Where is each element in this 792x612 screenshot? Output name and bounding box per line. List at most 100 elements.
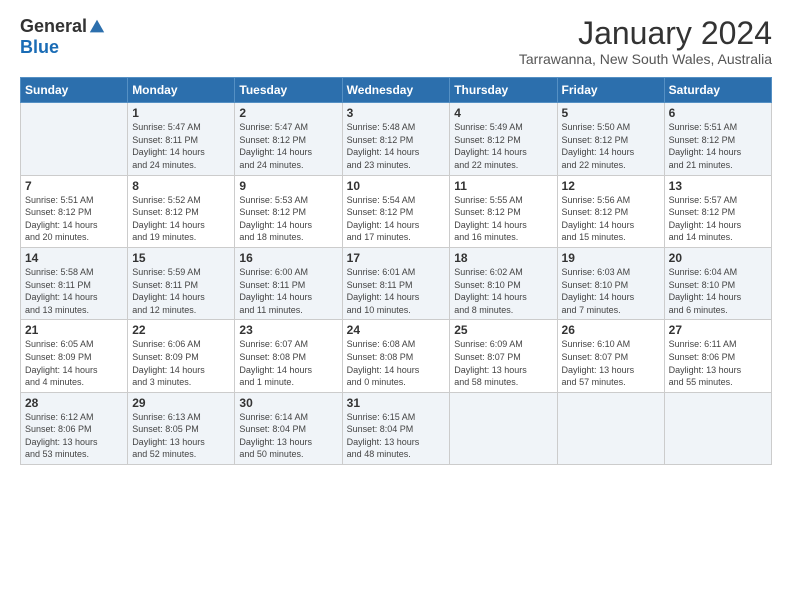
calendar-cell: 26Sunrise: 6:10 AM Sunset: 8:07 PM Dayli… bbox=[557, 320, 664, 392]
calendar-cell: 2Sunrise: 5:47 AM Sunset: 8:12 PM Daylig… bbox=[235, 103, 342, 175]
day-number: 14 bbox=[25, 251, 123, 265]
calendar-week-row: 1Sunrise: 5:47 AM Sunset: 8:11 PM Daylig… bbox=[21, 103, 772, 175]
day-info: Sunrise: 6:09 AM Sunset: 8:07 PM Dayligh… bbox=[454, 338, 552, 388]
calendar-cell: 3Sunrise: 5:48 AM Sunset: 8:12 PM Daylig… bbox=[342, 103, 450, 175]
title-block: January 2024 Tarrawanna, New South Wales… bbox=[519, 16, 772, 67]
day-number: 15 bbox=[132, 251, 230, 265]
day-number: 10 bbox=[347, 179, 446, 193]
logo: General Blue bbox=[20, 16, 106, 58]
day-number: 5 bbox=[562, 106, 660, 120]
day-number: 16 bbox=[239, 251, 337, 265]
day-number: 7 bbox=[25, 179, 123, 193]
weekday-header-sunday: Sunday bbox=[21, 78, 128, 103]
calendar-cell: 16Sunrise: 6:00 AM Sunset: 8:11 PM Dayli… bbox=[235, 247, 342, 319]
day-info: Sunrise: 6:02 AM Sunset: 8:10 PM Dayligh… bbox=[454, 266, 552, 316]
calendar-cell: 6Sunrise: 5:51 AM Sunset: 8:12 PM Daylig… bbox=[664, 103, 771, 175]
weekday-header-monday: Monday bbox=[128, 78, 235, 103]
calendar-cell: 5Sunrise: 5:50 AM Sunset: 8:12 PM Daylig… bbox=[557, 103, 664, 175]
calendar-cell: 10Sunrise: 5:54 AM Sunset: 8:12 PM Dayli… bbox=[342, 175, 450, 247]
calendar-cell: 8Sunrise: 5:52 AM Sunset: 8:12 PM Daylig… bbox=[128, 175, 235, 247]
day-number: 13 bbox=[669, 179, 767, 193]
day-info: Sunrise: 6:10 AM Sunset: 8:07 PM Dayligh… bbox=[562, 338, 660, 388]
day-info: Sunrise: 6:14 AM Sunset: 8:04 PM Dayligh… bbox=[239, 411, 337, 461]
day-info: Sunrise: 5:54 AM Sunset: 8:12 PM Dayligh… bbox=[347, 194, 446, 244]
day-info: Sunrise: 6:07 AM Sunset: 8:08 PM Dayligh… bbox=[239, 338, 337, 388]
calendar-cell: 13Sunrise: 5:57 AM Sunset: 8:12 PM Dayli… bbox=[664, 175, 771, 247]
day-number: 25 bbox=[454, 323, 552, 337]
day-number: 29 bbox=[132, 396, 230, 410]
day-info: Sunrise: 5:58 AM Sunset: 8:11 PM Dayligh… bbox=[25, 266, 123, 316]
calendar-cell: 15Sunrise: 5:59 AM Sunset: 8:11 PM Dayli… bbox=[128, 247, 235, 319]
day-info: Sunrise: 5:57 AM Sunset: 8:12 PM Dayligh… bbox=[669, 194, 767, 244]
calendar-cell: 18Sunrise: 6:02 AM Sunset: 8:10 PM Dayli… bbox=[450, 247, 557, 319]
day-info: Sunrise: 5:51 AM Sunset: 8:12 PM Dayligh… bbox=[25, 194, 123, 244]
day-info: Sunrise: 5:50 AM Sunset: 8:12 PM Dayligh… bbox=[562, 121, 660, 171]
weekday-header-friday: Friday bbox=[557, 78, 664, 103]
page-header: General Blue January 2024 Tarrawanna, Ne… bbox=[20, 16, 772, 67]
calendar-cell: 19Sunrise: 6:03 AM Sunset: 8:10 PM Dayli… bbox=[557, 247, 664, 319]
calendar-cell: 9Sunrise: 5:53 AM Sunset: 8:12 PM Daylig… bbox=[235, 175, 342, 247]
day-number: 3 bbox=[347, 106, 446, 120]
day-number: 23 bbox=[239, 323, 337, 337]
day-info: Sunrise: 5:52 AM Sunset: 8:12 PM Dayligh… bbox=[132, 194, 230, 244]
calendar-cell: 30Sunrise: 6:14 AM Sunset: 8:04 PM Dayli… bbox=[235, 392, 342, 464]
calendar-cell: 20Sunrise: 6:04 AM Sunset: 8:10 PM Dayli… bbox=[664, 247, 771, 319]
day-number: 8 bbox=[132, 179, 230, 193]
day-info: Sunrise: 6:12 AM Sunset: 8:06 PM Dayligh… bbox=[25, 411, 123, 461]
day-number: 2 bbox=[239, 106, 337, 120]
day-number: 27 bbox=[669, 323, 767, 337]
day-info: Sunrise: 6:06 AM Sunset: 8:09 PM Dayligh… bbox=[132, 338, 230, 388]
day-info: Sunrise: 5:47 AM Sunset: 8:11 PM Dayligh… bbox=[132, 121, 230, 171]
calendar-cell: 4Sunrise: 5:49 AM Sunset: 8:12 PM Daylig… bbox=[450, 103, 557, 175]
month-title: January 2024 bbox=[519, 16, 772, 51]
calendar-cell: 11Sunrise: 5:55 AM Sunset: 8:12 PM Dayli… bbox=[450, 175, 557, 247]
calendar-cell: 1Sunrise: 5:47 AM Sunset: 8:11 PM Daylig… bbox=[128, 103, 235, 175]
calendar-cell: 22Sunrise: 6:06 AM Sunset: 8:09 PM Dayli… bbox=[128, 320, 235, 392]
weekday-header-saturday: Saturday bbox=[664, 78, 771, 103]
day-info: Sunrise: 5:47 AM Sunset: 8:12 PM Dayligh… bbox=[239, 121, 337, 171]
logo-general: General bbox=[20, 16, 87, 37]
calendar-cell bbox=[450, 392, 557, 464]
calendar-cell: 21Sunrise: 6:05 AM Sunset: 8:09 PM Dayli… bbox=[21, 320, 128, 392]
logo-blue: Blue bbox=[20, 37, 59, 58]
day-info: Sunrise: 5:48 AM Sunset: 8:12 PM Dayligh… bbox=[347, 121, 446, 171]
day-info: Sunrise: 5:51 AM Sunset: 8:12 PM Dayligh… bbox=[669, 121, 767, 171]
day-number: 6 bbox=[669, 106, 767, 120]
calendar-cell: 27Sunrise: 6:11 AM Sunset: 8:06 PM Dayli… bbox=[664, 320, 771, 392]
weekday-header-wednesday: Wednesday bbox=[342, 78, 450, 103]
day-info: Sunrise: 5:59 AM Sunset: 8:11 PM Dayligh… bbox=[132, 266, 230, 316]
day-info: Sunrise: 6:01 AM Sunset: 8:11 PM Dayligh… bbox=[347, 266, 446, 316]
calendar-cell: 7Sunrise: 5:51 AM Sunset: 8:12 PM Daylig… bbox=[21, 175, 128, 247]
day-number: 1 bbox=[132, 106, 230, 120]
day-number: 19 bbox=[562, 251, 660, 265]
day-info: Sunrise: 5:49 AM Sunset: 8:12 PM Dayligh… bbox=[454, 121, 552, 171]
calendar-cell: 17Sunrise: 6:01 AM Sunset: 8:11 PM Dayli… bbox=[342, 247, 450, 319]
day-info: Sunrise: 6:03 AM Sunset: 8:10 PM Dayligh… bbox=[562, 266, 660, 316]
day-info: Sunrise: 5:55 AM Sunset: 8:12 PM Dayligh… bbox=[454, 194, 552, 244]
calendar-table: SundayMondayTuesdayWednesdayThursdayFrid… bbox=[20, 77, 772, 465]
day-number: 21 bbox=[25, 323, 123, 337]
weekday-header-thursday: Thursday bbox=[450, 78, 557, 103]
day-info: Sunrise: 6:08 AM Sunset: 8:08 PM Dayligh… bbox=[347, 338, 446, 388]
calendar-cell bbox=[557, 392, 664, 464]
day-info: Sunrise: 6:05 AM Sunset: 8:09 PM Dayligh… bbox=[25, 338, 123, 388]
weekday-header-tuesday: Tuesday bbox=[235, 78, 342, 103]
calendar-cell: 12Sunrise: 5:56 AM Sunset: 8:12 PM Dayli… bbox=[557, 175, 664, 247]
calendar-week-row: 28Sunrise: 6:12 AM Sunset: 8:06 PM Dayli… bbox=[21, 392, 772, 464]
day-number: 26 bbox=[562, 323, 660, 337]
calendar-week-row: 14Sunrise: 5:58 AM Sunset: 8:11 PM Dayli… bbox=[21, 247, 772, 319]
calendar-cell: 29Sunrise: 6:13 AM Sunset: 8:05 PM Dayli… bbox=[128, 392, 235, 464]
day-number: 9 bbox=[239, 179, 337, 193]
day-info: Sunrise: 6:13 AM Sunset: 8:05 PM Dayligh… bbox=[132, 411, 230, 461]
calendar-cell: 25Sunrise: 6:09 AM Sunset: 8:07 PM Dayli… bbox=[450, 320, 557, 392]
day-number: 18 bbox=[454, 251, 552, 265]
day-number: 30 bbox=[239, 396, 337, 410]
day-number: 4 bbox=[454, 106, 552, 120]
day-number: 24 bbox=[347, 323, 446, 337]
location: Tarrawanna, New South Wales, Australia bbox=[519, 51, 772, 67]
calendar-header-row: SundayMondayTuesdayWednesdayThursdayFrid… bbox=[21, 78, 772, 103]
day-info: Sunrise: 6:11 AM Sunset: 8:06 PM Dayligh… bbox=[669, 338, 767, 388]
calendar-cell: 14Sunrise: 5:58 AM Sunset: 8:11 PM Dayli… bbox=[21, 247, 128, 319]
day-info: Sunrise: 6:00 AM Sunset: 8:11 PM Dayligh… bbox=[239, 266, 337, 316]
day-number: 31 bbox=[347, 396, 446, 410]
